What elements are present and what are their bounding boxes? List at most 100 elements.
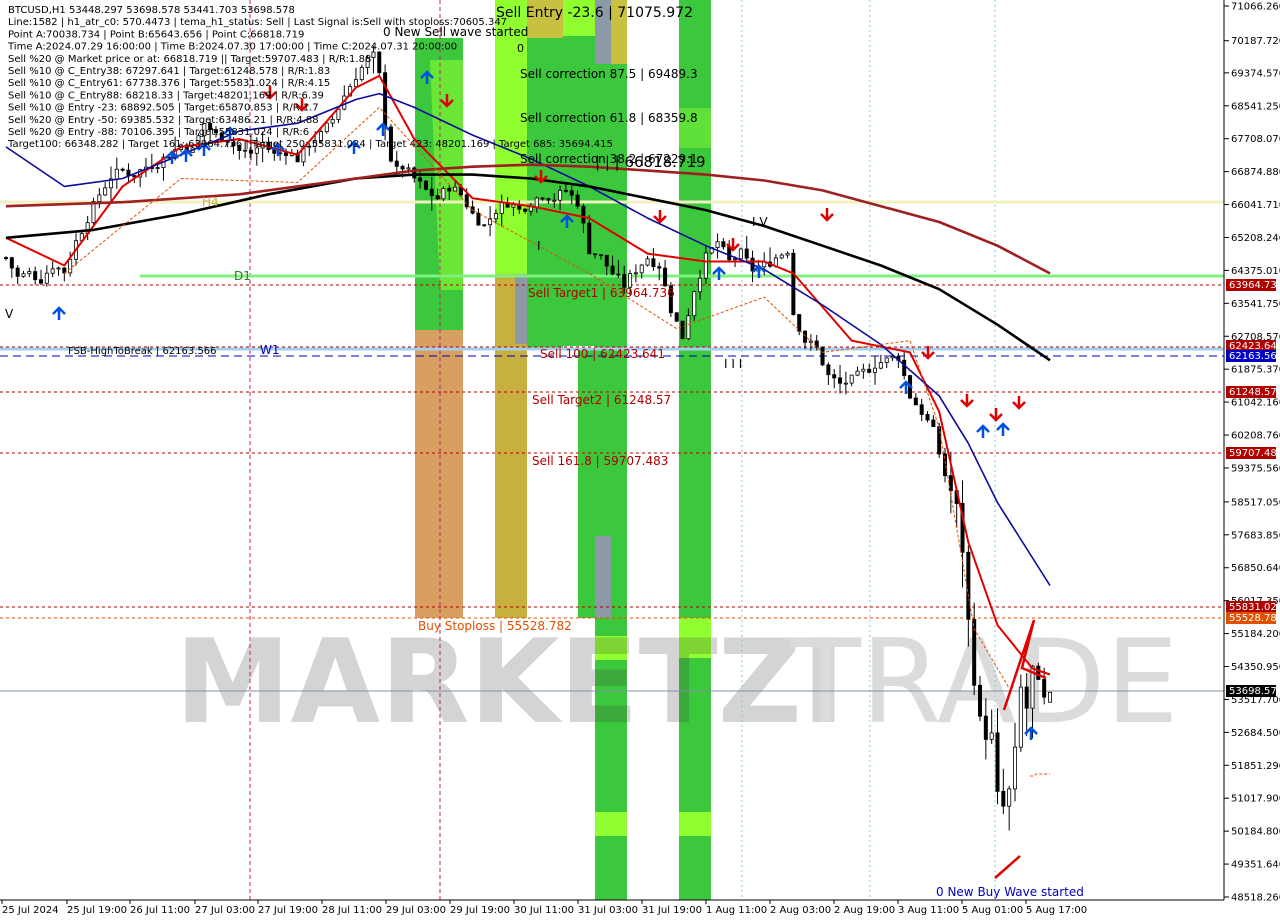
candle-bull	[873, 367, 878, 373]
candle-bear	[680, 320, 685, 340]
info-line: Sell %10 @ Entry -23: 68892.505 | Target…	[8, 103, 319, 114]
info-line: Time A:2024.07.29 16:00:00 | Time B:2024…	[7, 42, 457, 53]
price-tick-label: 64375.010	[1231, 266, 1280, 277]
candle-bear	[33, 271, 38, 281]
time-tick-label: 29 Jul 03:00	[386, 905, 446, 916]
candle-bull	[1047, 691, 1053, 703]
price-tick-label: 61875.370	[1231, 365, 1280, 376]
candle-bear	[832, 374, 837, 379]
price-chart[interactable]: MARKETZI TRADE 0 New Sell wave started 0…	[0, 0, 1280, 920]
candle-bear	[1036, 665, 1041, 680]
candle-bear	[803, 330, 808, 343]
candle-bear	[674, 312, 679, 322]
info-line: Point A:70038.734 | Point B:65643.656 | …	[8, 29, 304, 40]
wave-i-label: I	[537, 239, 541, 253]
info-line: Sell %10 @ C_Entry61: 67738.376 | Target…	[8, 78, 330, 89]
info-line: Sell %10 @ C_Entry88: 68218.33 | Target:…	[8, 90, 324, 101]
time-tick-label: 5 Aug 01:00	[962, 905, 1023, 916]
candle-bear	[575, 194, 580, 207]
time-tick-label: 25 Jul 2024	[2, 905, 59, 916]
candle-bear	[563, 189, 568, 192]
info-line: Line:1582 | h1_atr_c0: 570.4473 | tema_h…	[8, 17, 507, 28]
candle-bull	[359, 67, 364, 81]
candle-bear	[744, 248, 749, 259]
band-orange-1	[415, 330, 463, 618]
candle-bull	[639, 264, 644, 274]
buy-stoploss-label: Buy Stoploss | 55528.782	[418, 619, 572, 633]
w1-label: W1	[260, 343, 280, 357]
candle-bear	[826, 364, 831, 376]
time-tick-label: 29 Jul 19:00	[450, 905, 510, 916]
candle-bear	[593, 253, 598, 256]
time-tick-label: 31 Jul 03:00	[578, 905, 638, 916]
candle-bear	[657, 266, 662, 269]
candle-bear	[838, 377, 843, 384]
price-label-fsb: 62163.566	[1229, 351, 1280, 362]
price-axis: 71066.260 70187.720 69374.570 68541.250 6770…	[1223, 0, 1280, 904]
watermark-bold: MARKETZI	[175, 615, 845, 750]
candle-bull	[243, 149, 248, 152]
candle-bear	[120, 168, 125, 171]
candle-bear	[931, 419, 936, 427]
sell-entry-label: Sell Entry -23.6 | 71075.972	[496, 5, 693, 21]
price-label-last: 53698.578	[1229, 686, 1280, 697]
candle-bear	[937, 426, 942, 455]
candle-bull	[68, 258, 73, 274]
price-tick-label: 66041.710	[1231, 200, 1280, 211]
candle-bear	[126, 169, 131, 176]
time-tick-label: 2 Aug 19:00	[834, 905, 895, 916]
candle-bear	[663, 267, 668, 287]
candle-bear	[476, 212, 481, 226]
price-tick-label: 66874.880	[1231, 167, 1280, 178]
time-tick-label: 27 Jul 03:00	[195, 905, 255, 916]
price-tick-label: 65208.240	[1231, 233, 1280, 244]
time-tick-label: 5 Aug 17:00	[1026, 905, 1087, 916]
price-label-1618: 59707.483	[1229, 448, 1280, 459]
price-tick-label: 52684.500	[1231, 728, 1280, 739]
price-label-target2: 61248.578	[1229, 387, 1280, 398]
candle-bear	[546, 198, 551, 201]
sell-1618-label: Sell 161.8 | 59707.483	[532, 454, 668, 468]
candle-bull	[703, 252, 708, 279]
candle-bull	[645, 258, 650, 266]
candle-bear	[978, 684, 983, 717]
candle-bull	[855, 370, 860, 376]
candle-bear	[948, 475, 953, 492]
time-tick-label: 31 Jul 19:00	[642, 905, 702, 916]
candle-bear	[721, 241, 726, 248]
candle-bear	[400, 165, 405, 170]
candle-bear	[1001, 790, 1006, 807]
candle-bear	[3, 257, 9, 259]
candle-bull	[324, 122, 329, 133]
candle-bull	[511, 204, 516, 208]
candle-bull	[21, 273, 26, 277]
candle-bear	[283, 152, 288, 156]
candle-bear	[1024, 686, 1029, 709]
buy-wave-label: 0 New Buy Wave started	[936, 885, 1084, 899]
price-tick-label: 61042.160	[1231, 398, 1280, 409]
candle-bear	[598, 254, 603, 257]
price-tick-label: 63541.750	[1231, 299, 1280, 310]
price-tick-label: 54350.950	[1231, 662, 1280, 673]
candle-bear	[15, 267, 20, 277]
sell-corr-875-label: Sell correction 87.5 | 69489.3	[520, 67, 698, 81]
info-line: Target100: 66348.282 | Target 161: 63964…	[7, 139, 613, 150]
candle-bull	[50, 268, 55, 274]
candle-bear	[791, 252, 796, 315]
fsb-label: FSB-HighToBreak | 62163.566	[68, 346, 217, 357]
band-green-7	[611, 536, 627, 618]
candle-bear	[919, 404, 924, 415]
candle-bull	[692, 291, 697, 317]
candle-bull	[989, 732, 994, 740]
price-tick-label: 68541.250	[1231, 101, 1280, 112]
price-tick-label: 67708.070	[1231, 134, 1280, 145]
candle-bull	[353, 79, 358, 88]
time-tick-label: 26 Jul 11:00	[130, 905, 190, 916]
zero-label: 0	[517, 42, 524, 55]
candle-bull	[155, 167, 160, 170]
band-green-5	[578, 348, 595, 618]
candle-bull	[1013, 746, 1018, 790]
price-tick-label: 70187.720	[1231, 36, 1280, 47]
info-line: Sell %20 @ Market price or at: 66818.719…	[8, 54, 371, 65]
band-lightgreen-8b	[595, 812, 627, 836]
